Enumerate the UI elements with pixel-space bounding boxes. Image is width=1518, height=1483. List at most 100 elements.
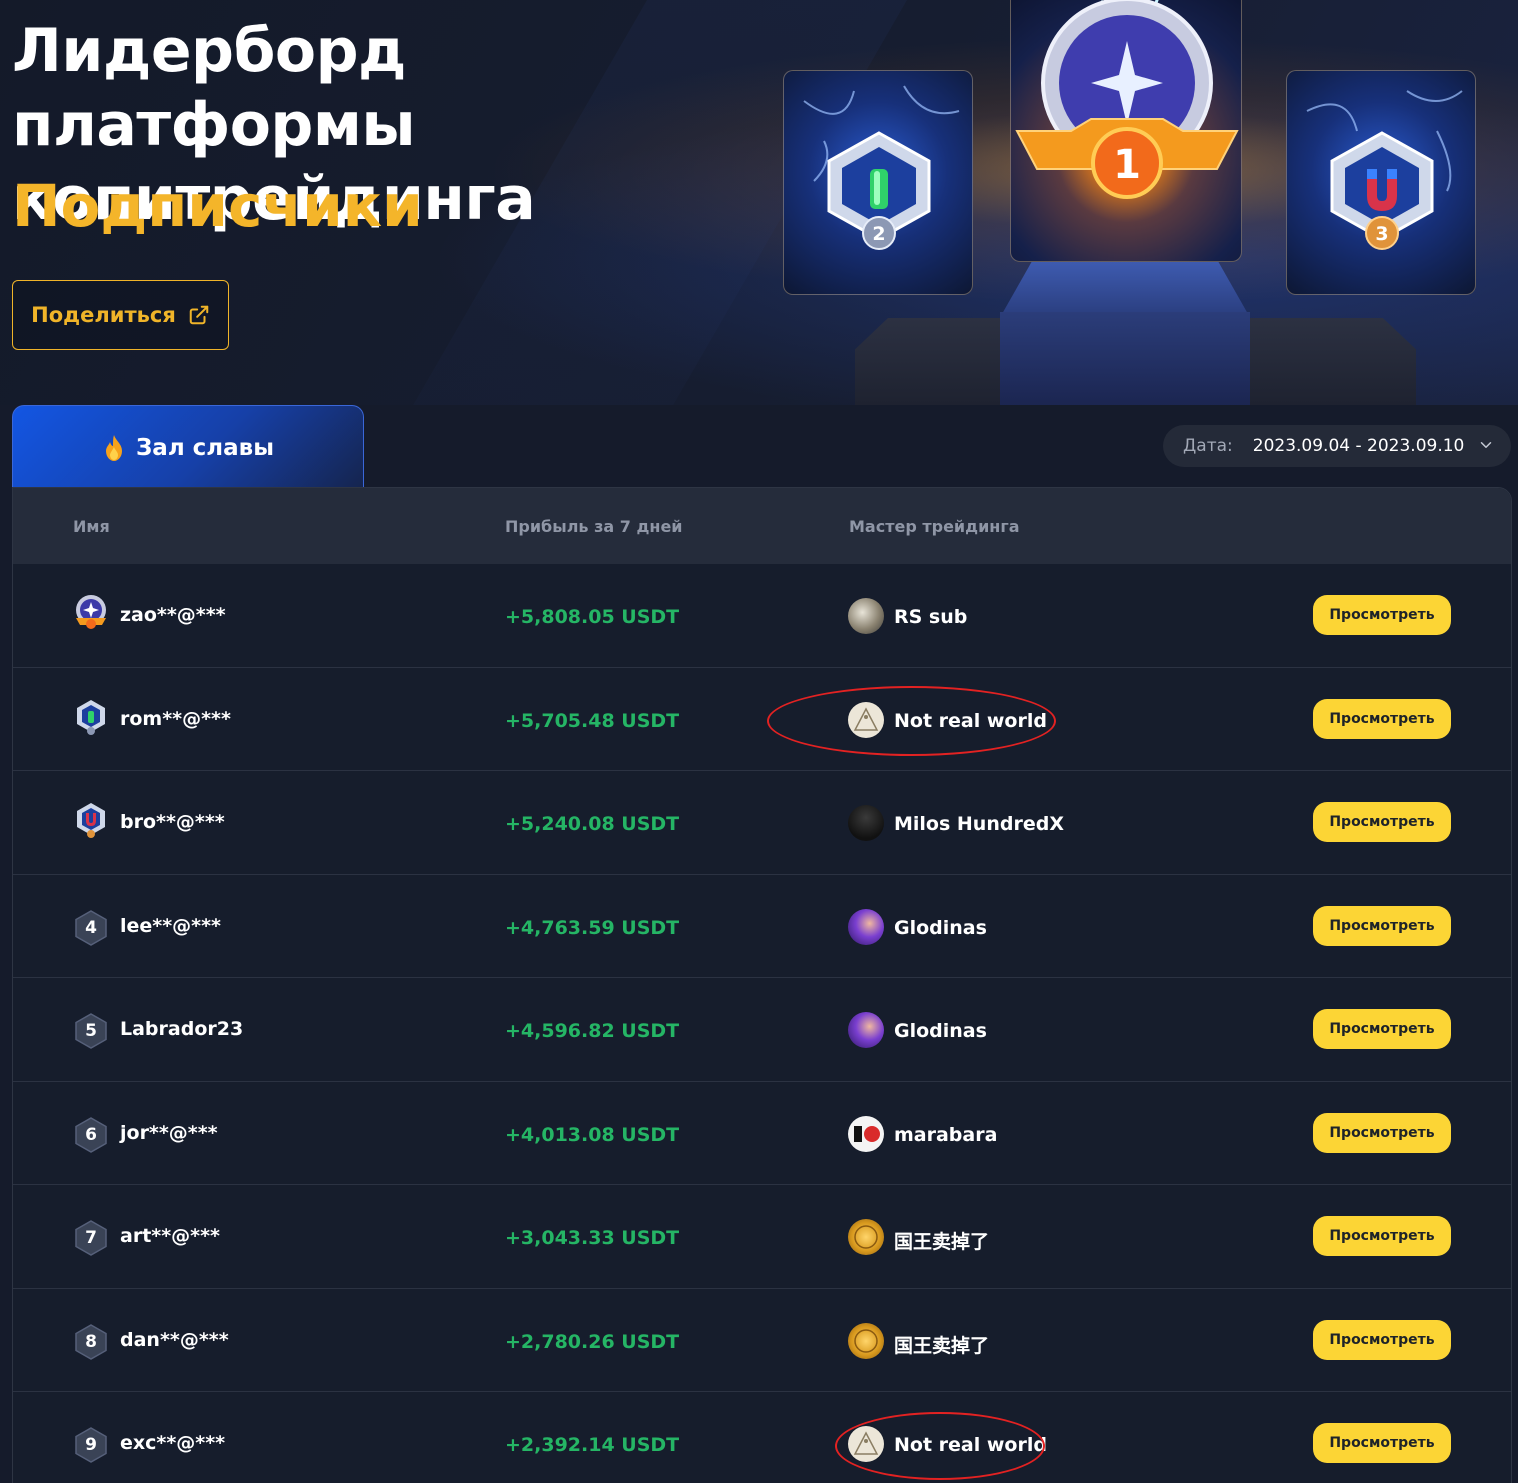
master-name[interactable]: Not real world	[894, 710, 1047, 732]
profit-value: +4,013.08 USDT	[505, 1123, 680, 1146]
master-name[interactable]: RS sub	[894, 606, 967, 628]
column-header-name: Имя	[73, 517, 110, 536]
profit-value: +5,705.48 USDT	[505, 709, 680, 732]
table-row: 8 dan**@*** +2,780.26 USDT 国王卖掉了 Просмот…	[13, 1289, 1511, 1392]
master-avatar	[848, 598, 884, 634]
gold-medal-icon	[76, 595, 106, 629]
date-range-select[interactable]: Дата: 2023.09.04 - 2023.09.10	[1163, 425, 1511, 467]
master-avatar	[848, 1012, 884, 1048]
date-label: Дата:	[1183, 436, 1233, 456]
table-row: zao**@*** +5,808.05 USDT RS sub Просмотр…	[13, 564, 1511, 668]
profit-value: +4,596.82 USDT	[505, 1020, 680, 1042]
profit-value: +2,780.26 USDT	[505, 1330, 680, 1353]
master-avatar	[848, 1426, 884, 1462]
pyramid-icon	[853, 706, 879, 731]
user-name: dan**@***	[120, 1328, 229, 1351]
master-avatar	[848, 908, 884, 945]
profit-value: +5,808.05 USDT	[505, 606, 680, 628]
master-name[interactable]: 国王卖掉了	[894, 1331, 989, 1358]
rank-number: 9	[85, 1435, 97, 1455]
rank-3-badge-icon: 3	[1306, 90, 1463, 250]
master-avatar	[848, 805, 884, 841]
pedestal-right	[1250, 318, 1416, 405]
rank-3-card: 3	[1286, 70, 1476, 295]
table-header: Имя Прибыль за 7 дней Мастер трейдинга	[13, 488, 1511, 564]
rank-number: 8	[85, 1331, 97, 1352]
master-avatar	[848, 1219, 884, 1255]
view-button[interactable]: Просмотреть	[1313, 1009, 1451, 1049]
profit-value: +3,043.33 USDT	[505, 1227, 680, 1249]
master-name[interactable]: marabara	[894, 1124, 997, 1146]
pedestal-left	[855, 318, 1005, 405]
view-button[interactable]: Просмотреть	[1313, 905, 1451, 946]
user-name: Labrador23	[120, 1018, 244, 1040]
rank-badge: 9	[74, 1427, 108, 1463]
column-header-profit: Прибыль за 7 дней	[505, 517, 683, 536]
page-subtitle: Подписчики	[12, 172, 423, 240]
pedestal-center	[1000, 312, 1250, 405]
rank-badge: 8	[74, 1323, 108, 1360]
leaderboard-table: Имя Прибыль за 7 дней Мастер трейдинга z…	[12, 487, 1512, 1483]
view-button[interactable]: Просмотреть	[1313, 595, 1451, 635]
user-name: exc**@***	[120, 1432, 226, 1454]
view-button[interactable]: Просмотреть	[1313, 1319, 1451, 1360]
master-name[interactable]: Milos HundredX	[894, 813, 1064, 835]
view-button[interactable]: Просмотреть	[1313, 698, 1451, 739]
hero-banner: Лидерборд платформы копитрейдинга Подпис…	[0, 0, 1518, 405]
rank-1-badge-number: 1	[1113, 142, 1141, 188]
table-row: 7 art**@*** +3,043.33 USDT 国王卖掉了 Просмот…	[13, 1185, 1511, 1289]
gold-coin-icon	[854, 1225, 878, 1249]
master-name[interactable]: 国王卖掉了	[894, 1227, 989, 1254]
user-name: rom**@***	[120, 707, 231, 730]
master-avatar	[848, 1115, 884, 1152]
table-row: 5 Labrador23 +4,596.82 USDT Glodinas Про…	[13, 978, 1511, 1082]
profit-value: +2,392.14 USDT	[505, 1434, 680, 1456]
tab-hall-of-fame-label: Зал славы	[135, 435, 275, 461]
rank-1-medal-icon: 1	[1015, 0, 1239, 199]
flame-icon	[105, 435, 122, 461]
pedestal-top	[1002, 262, 1248, 314]
view-button[interactable]: Просмотреть	[1313, 1112, 1451, 1153]
gold-coin-icon	[854, 1328, 878, 1353]
user-name: bro**@***	[120, 811, 225, 833]
chevron-down-icon	[1480, 442, 1492, 448]
tab-hall-of-fame[interactable]: Зал славы	[12, 405, 364, 490]
rank-badge: 4	[74, 909, 108, 946]
silver-badge-icon	[77, 699, 105, 735]
pyramid-icon	[853, 1431, 879, 1455]
view-button[interactable]: Просмотреть	[1313, 802, 1451, 842]
rank-3-badge-number: 3	[1375, 223, 1388, 245]
user-name: zao**@***	[120, 604, 226, 626]
master-name[interactable]: Not real world	[894, 1434, 1047, 1456]
rank-2-badge-number: 2	[872, 223, 885, 245]
master-name[interactable]: Glodinas	[894, 917, 987, 939]
view-button[interactable]: Просмотреть	[1313, 1423, 1451, 1463]
rank-number: 7	[85, 1228, 97, 1248]
table-row: 6 jor**@*** +4,013.08 USDT marabara Прос…	[13, 1082, 1511, 1185]
podium-illustration: 2 1 3	[780, 0, 1518, 405]
rank-2-badge-icon: 2	[803, 85, 960, 250]
rank-badge: 7	[74, 1220, 108, 1256]
rank-1-card: 1	[1010, 0, 1242, 262]
share-button-label: Поделиться	[31, 303, 176, 327]
user-name: lee**@***	[120, 914, 221, 937]
share-button[interactable]: Поделиться	[12, 280, 229, 350]
view-button[interactable]: Просмотреть	[1313, 1216, 1451, 1256]
date-value: 2023.09.04 - 2023.09.10	[1252, 436, 1465, 456]
user-name: jor**@***	[120, 1121, 218, 1144]
table-row: 4 lee**@*** +4,763.59 USDT Glodinas Прос…	[13, 875, 1511, 978]
rank-number: 6	[85, 1124, 97, 1145]
table-row: 9 exc**@*** +2,392.14 USDT Not real worl…	[13, 1392, 1511, 1483]
profit-value: +4,763.59 USDT	[505, 916, 680, 939]
table-row: bro**@*** +5,240.08 USDT Milos HundredX …	[13, 771, 1511, 875]
profit-value: +5,240.08 USDT	[505, 813, 680, 835]
master-name[interactable]: Glodinas	[894, 1020, 987, 1042]
rank-badge: 6	[74, 1116, 108, 1153]
user-name: art**@***	[120, 1225, 220, 1247]
bronze-badge-icon	[77, 803, 105, 838]
table-row: rom**@*** +5,705.48 USDT Not real world …	[13, 668, 1511, 771]
rank-number: 4	[85, 917, 97, 938]
rank-2-card: 2	[783, 70, 973, 295]
external-link-icon	[189, 305, 209, 325]
rank-badge: 5	[74, 1013, 108, 1049]
